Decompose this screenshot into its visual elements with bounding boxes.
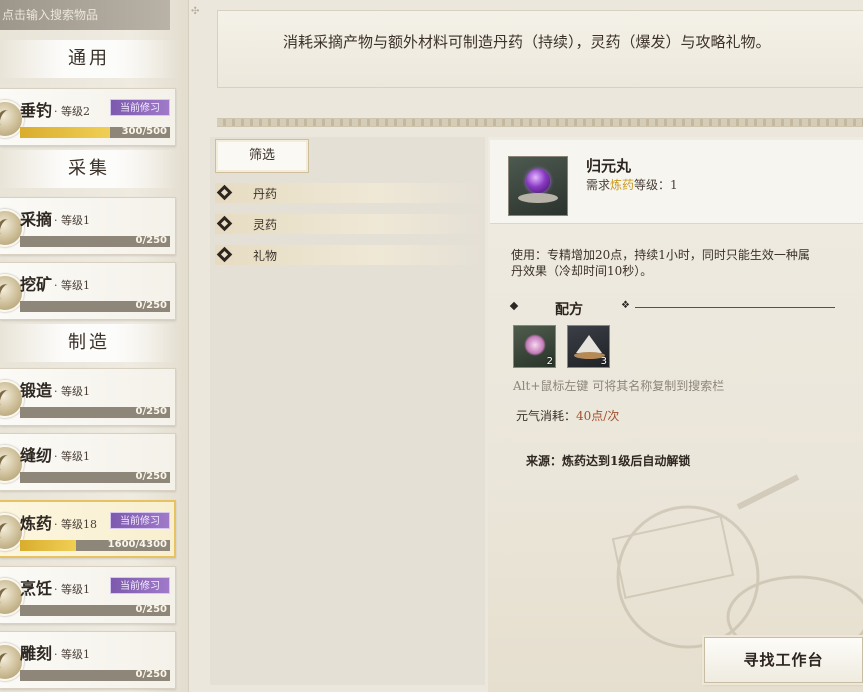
- material-quantity: 2: [546, 356, 553, 367]
- skill-progress-bar: 0/250: [20, 605, 170, 616]
- current-study-badge: 当前修习: [110, 512, 170, 529]
- skill-progress-text: 0/250: [135, 670, 167, 680]
- skill-card-picking[interactable]: 采摘 · 等级1 0/250: [0, 197, 176, 255]
- skill-name: 缝纫: [20, 446, 53, 465]
- skill-sidebar: 点击输入搜索物品 通用 垂钓 · 等级2 当前修习 300/500 采集 采摘 …: [0, 0, 189, 692]
- recipe-section-title: 配方 ❖: [509, 299, 863, 319]
- energy-cost: 元气消耗：40点/次: [516, 409, 620, 423]
- diamond-bullet-icon: [509, 301, 519, 311]
- flower-icon: [524, 334, 546, 356]
- category-header-gather: 采集: [0, 150, 178, 188]
- skill-level: · 等级1: [54, 214, 90, 227]
- current-study-badge: 当前修习: [110, 577, 170, 594]
- skill-card-cooking[interactable]: 烹饪 · 等级1 当前修习 0/250: [0, 566, 176, 624]
- filter-item-label: 丹药: [253, 187, 278, 201]
- expand-diamond-icon: [216, 184, 233, 201]
- skill-level: · 等级2: [54, 105, 90, 118]
- skill-card-mining[interactable]: 挖矿 · 等级1 0/250: [0, 262, 176, 320]
- skill-card-forging[interactable]: 锻造 · 等级1 0/250: [0, 368, 176, 426]
- skill-progress-bar: 0/250: [20, 301, 170, 312]
- search-input[interactable]: 点击输入搜索物品: [0, 0, 170, 30]
- item-name: 归元丸: [586, 157, 632, 175]
- skill-progress-text: 0/250: [135, 605, 167, 615]
- skill-progress-bar: 0/250: [20, 407, 170, 418]
- ornament-icon: ✣: [191, 6, 200, 17]
- skill-name: 垂钓: [20, 101, 53, 120]
- skill-name: 烹饪: [20, 579, 53, 598]
- skill-level: · 等级1: [54, 385, 90, 398]
- filter-item-gifts[interactable]: 礼物: [215, 245, 483, 265]
- skill-progress-text: 0/250: [135, 407, 167, 417]
- skill-name: 炼药: [20, 514, 53, 533]
- skill-name: 锻造: [20, 381, 53, 400]
- skill-progress-bar: 0/250: [20, 236, 170, 247]
- current-study-badge: 当前修习: [110, 99, 170, 116]
- banner-text: 消耗采摘产物与额外材料可制造丹药（持续），灵药（爆发）与攻略礼物。: [283, 33, 771, 51]
- skill-progress-text: 0/250: [135, 236, 167, 246]
- skill-card-alchemy[interactable]: 炼药 · 等级18 当前修习 1600/4300: [0, 500, 176, 558]
- skill-progress-text: 0/250: [135, 472, 167, 482]
- item-usage-text: 使用：专精增加20点，持续1小时，同时只能生效一种属 丹效果（冷却时间10秒）。: [511, 248, 810, 278]
- skill-card-sewing[interactable]: 缝纫 · 等级1 0/250: [0, 433, 176, 491]
- skill-progress-bar: 0/250: [20, 472, 170, 483]
- filter-item-elixirs[interactable]: 灵药: [215, 214, 483, 234]
- pill-icon[interactable]: [508, 156, 568, 216]
- unlock-source: 来源：炼药达到1级后自动解锁: [526, 454, 691, 468]
- skill-level: · 等级1: [54, 648, 90, 661]
- skill-name: 雕刻: [20, 644, 53, 663]
- recipe-title: 配方: [555, 302, 583, 318]
- category-header-craft: 制造: [0, 324, 178, 362]
- expand-diamond-icon: [216, 215, 233, 232]
- category-header-general: 通用: [0, 40, 178, 78]
- skill-card-carving[interactable]: 雕刻 · 等级1 0/250: [0, 631, 176, 689]
- ornamental-divider: [217, 118, 863, 127]
- find-workbench-button[interactable]: 寻找工作台: [704, 637, 863, 683]
- filter-item-pills[interactable]: 丹药: [215, 183, 483, 203]
- required-skill: 炼药: [610, 178, 635, 192]
- salt-pile-icon: [576, 335, 602, 353]
- filter-button[interactable]: 筛选: [215, 139, 309, 173]
- copy-hint: Alt+鼠标左键 可将其名称复制到搜索栏: [513, 379, 725, 393]
- material-quantity: 3: [600, 356, 607, 367]
- expand-diamond-icon: [216, 246, 233, 263]
- energy-cost-value: 40点/次: [576, 409, 620, 423]
- skill-progress-bar: 1600/4300: [20, 540, 170, 551]
- sidebar-scrollbar[interactable]: ✣: [191, 0, 199, 692]
- skill-progress-text: 300/500: [121, 127, 167, 137]
- skill-name: 挖矿: [20, 275, 53, 294]
- item-requirement: 需求炼药等级：1: [586, 178, 678, 192]
- filter-item-label: 灵药: [253, 218, 278, 232]
- material-slot-flower[interactable]: 2: [513, 325, 556, 368]
- skill-progress-text: 0/250: [135, 301, 167, 311]
- skill-level: · 等级1: [54, 583, 90, 596]
- skill-progress-bar: 0/250: [20, 670, 170, 681]
- skill-level: · 等级18: [54, 518, 97, 531]
- filter-item-label: 礼物: [253, 249, 278, 263]
- description-banner: 消耗采摘产物与额外材料可制造丹药（持续），灵药（爆发）与攻略礼物。: [217, 10, 863, 88]
- skill-name: 采摘: [20, 210, 53, 229]
- skill-card-fishing[interactable]: 垂钓 · 等级2 当前修习 300/500: [0, 88, 176, 146]
- material-slot-salt[interactable]: 3: [567, 325, 610, 368]
- ornament-icon: ❖: [621, 300, 630, 311]
- skill-progress-text: 1600/4300: [107, 540, 167, 550]
- skill-level: · 等级1: [54, 450, 90, 463]
- skill-level: · 等级1: [54, 279, 90, 292]
- skill-progress-bar: 300/500: [20, 127, 170, 138]
